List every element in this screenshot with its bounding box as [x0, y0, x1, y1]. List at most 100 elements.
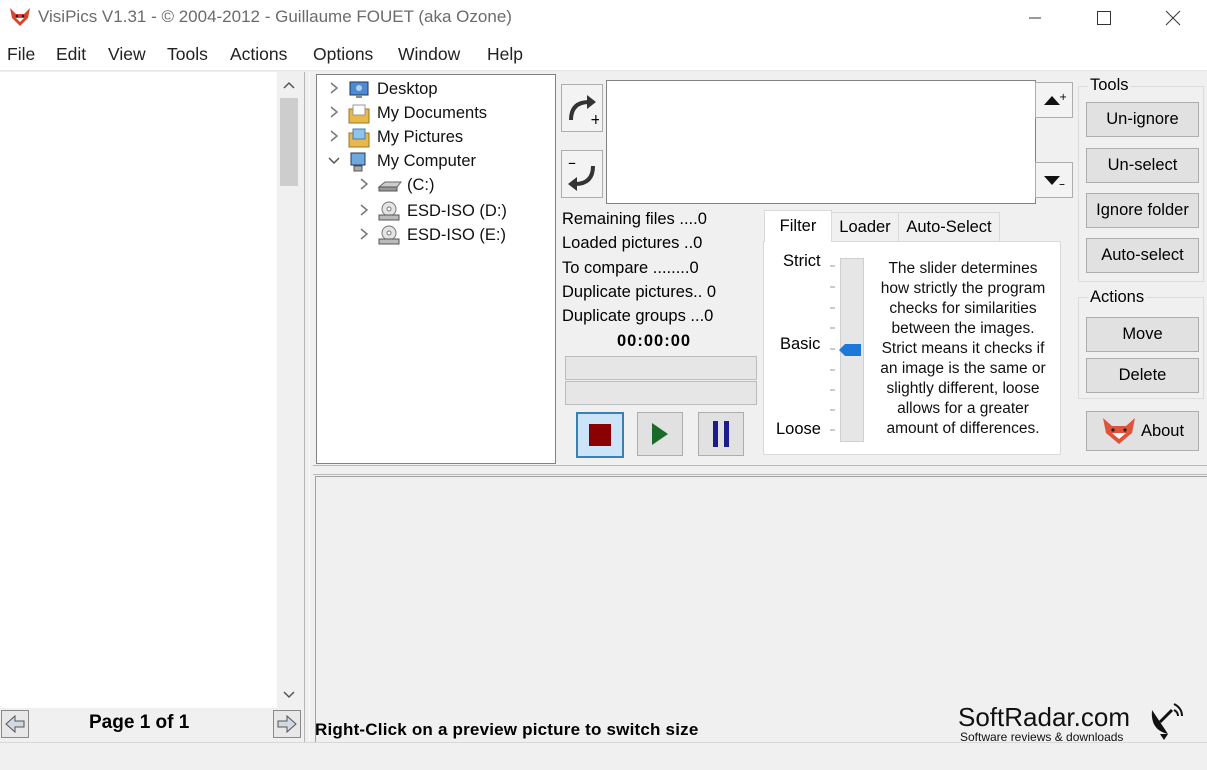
svg-text:–: – [1059, 177, 1065, 189]
to-compare: To compare ........0 [562, 259, 699, 277]
add-folder-button[interactable]: + [561, 84, 603, 132]
delete-button[interactable]: Delete [1086, 358, 1199, 393]
scrollbar-thumb[interactable] [280, 98, 298, 186]
tree-item-label: My Pictures [377, 127, 464, 146]
duplicate-groups: Duplicate groups ...0 [562, 307, 714, 325]
loaded-pictures: Loaded pictures ..0 [562, 234, 703, 252]
status-hint: Right-Click on a preview picture to swit… [315, 720, 699, 739]
satellite-dish-icon [1146, 700, 1186, 740]
chevron-right-icon[interactable] [357, 227, 371, 243]
move-button[interactable]: Move [1086, 317, 1199, 352]
tree-item-label: My Documents [377, 103, 488, 122]
tab-loader[interactable]: Loader [831, 212, 899, 241]
documents-folder-icon [347, 103, 370, 124]
app-fox-icon [8, 6, 32, 28]
stop-icon [589, 424, 611, 446]
similarity-slider[interactable] [839, 258, 864, 442]
menu-view[interactable]: View [108, 44, 146, 65]
menu-actions[interactable]: Actions [230, 44, 287, 65]
tree-item-my-pictures[interactable]: My Pictures [327, 125, 463, 149]
include-subfolders-button[interactable]: + [1035, 82, 1073, 118]
svg-text:+: + [590, 112, 599, 126]
tree-item-label: Desktop [377, 79, 438, 98]
stop-button[interactable] [576, 412, 624, 458]
menu-file[interactable]: File [7, 44, 35, 65]
minimize-icon[interactable] [1012, 0, 1058, 36]
tree-item-desktop[interactable]: Desktop [327, 77, 438, 101]
page-bar: Page 1 of 1 [0, 708, 301, 738]
play-button[interactable] [637, 412, 683, 456]
thumbnail-pane[interactable] [0, 72, 277, 708]
help-line: Strict means it checks if [881, 340, 1045, 357]
scroll-up-icon[interactable] [278, 74, 300, 96]
menu-window[interactable]: Window [398, 44, 460, 65]
help-line: how strictly the program [880, 280, 1046, 297]
tree-item-label: ESD-ISO (D:) [407, 201, 507, 220]
tree-item-drive-c[interactable]: (C:) [357, 173, 435, 197]
chevron-right-icon[interactable] [357, 203, 371, 219]
actions-group-label: Actions [1088, 288, 1147, 307]
tab-filter[interactable]: Filter [764, 210, 832, 242]
help-line: allows for a greater [897, 400, 1029, 417]
help-line: slightly different, loose [886, 380, 1040, 397]
tree-item-drive-d[interactable]: ESD-ISO (D:) [357, 199, 507, 223]
desktop-icon [347, 79, 369, 99]
title-bar: VisiPics V1.31 - © 2004-2012 - Guillaume… [0, 0, 1207, 36]
chevron-right-icon[interactable] [327, 105, 341, 121]
close-icon[interactable] [1150, 0, 1196, 36]
computer-icon [347, 151, 369, 172]
pane-splitter[interactable] [304, 72, 310, 769]
scroll-down-icon[interactable] [278, 684, 300, 706]
slider-thumb[interactable] [839, 343, 861, 357]
remove-folder-button[interactable]: – [561, 150, 603, 198]
cd-drive-icon [377, 225, 400, 245]
hard-drive-icon [377, 175, 403, 195]
filter-help-text: The slider determines how strictly the p… [872, 259, 1054, 439]
tree-item-label: My Computer [377, 151, 477, 170]
menu-bar: File Edit View Tools Actions Options Win… [0, 36, 1207, 71]
chevron-down-icon[interactable] [327, 154, 341, 168]
add-folder-icon: + [569, 95, 599, 126]
exclude-subfolders-button[interactable]: – [1035, 162, 1073, 198]
watermark-tagline: Software reviews & downloads [960, 730, 1124, 744]
tab-auto-select[interactable]: Auto-Select [898, 212, 1000, 241]
tools-group-label: Tools [1088, 76, 1131, 95]
scan-folder-list[interactable] [606, 80, 1036, 204]
svg-text:+: + [1059, 92, 1066, 103]
ignore-folder-button[interactable]: Ignore folder [1086, 193, 1199, 228]
chevron-right-icon[interactable] [327, 129, 341, 145]
help-line: checks for similarities [889, 300, 1037, 317]
svg-text:–: – [568, 156, 576, 172]
progress-bar [565, 356, 757, 380]
tree-item-drive-e[interactable]: ESD-ISO (E:) [357, 223, 506, 247]
unselect-button[interactable]: Un-select [1086, 148, 1199, 183]
previous-page-icon[interactable] [1, 710, 29, 738]
slider-label-loose: Loose [776, 420, 821, 438]
auto-select-button[interactable]: Auto-select [1086, 238, 1199, 273]
chevron-right-icon[interactable] [327, 81, 341, 97]
pause-button[interactable] [698, 412, 744, 456]
tree-item-my-documents[interactable]: My Documents [327, 101, 487, 125]
unignore-button[interactable]: Un-ignore [1086, 102, 1199, 137]
about-label: About [1140, 421, 1185, 440]
menu-edit[interactable]: Edit [56, 44, 86, 65]
about-button[interactable]: About [1086, 411, 1199, 451]
menu-tools[interactable]: Tools [167, 44, 208, 65]
page-indicator: Page 1 of 1 [89, 712, 190, 733]
menu-options[interactable]: Options [313, 44, 373, 65]
tree-item-my-computer[interactable]: My Computer [327, 149, 476, 173]
thumbnail-scrollbar[interactable] [278, 72, 300, 708]
progress-bar-secondary [565, 381, 757, 405]
next-page-icon[interactable] [273, 710, 301, 738]
slider-ticks [828, 260, 836, 440]
help-line: an image is the same or [880, 360, 1046, 377]
maximize-icon[interactable] [1081, 0, 1127, 36]
fox-icon [1102, 418, 1135, 444]
help-line: between the images. [891, 320, 1035, 337]
preview-splitter[interactable] [313, 465, 1207, 475]
chevron-right-icon[interactable] [357, 177, 371, 193]
folder-tree[interactable]: Desktop My Documents My Pictures My Comp… [316, 74, 556, 464]
duplicate-pictures: Duplicate pictures.. 0 [562, 283, 717, 301]
menu-help[interactable]: Help [487, 44, 523, 65]
pause-icon [713, 421, 729, 447]
